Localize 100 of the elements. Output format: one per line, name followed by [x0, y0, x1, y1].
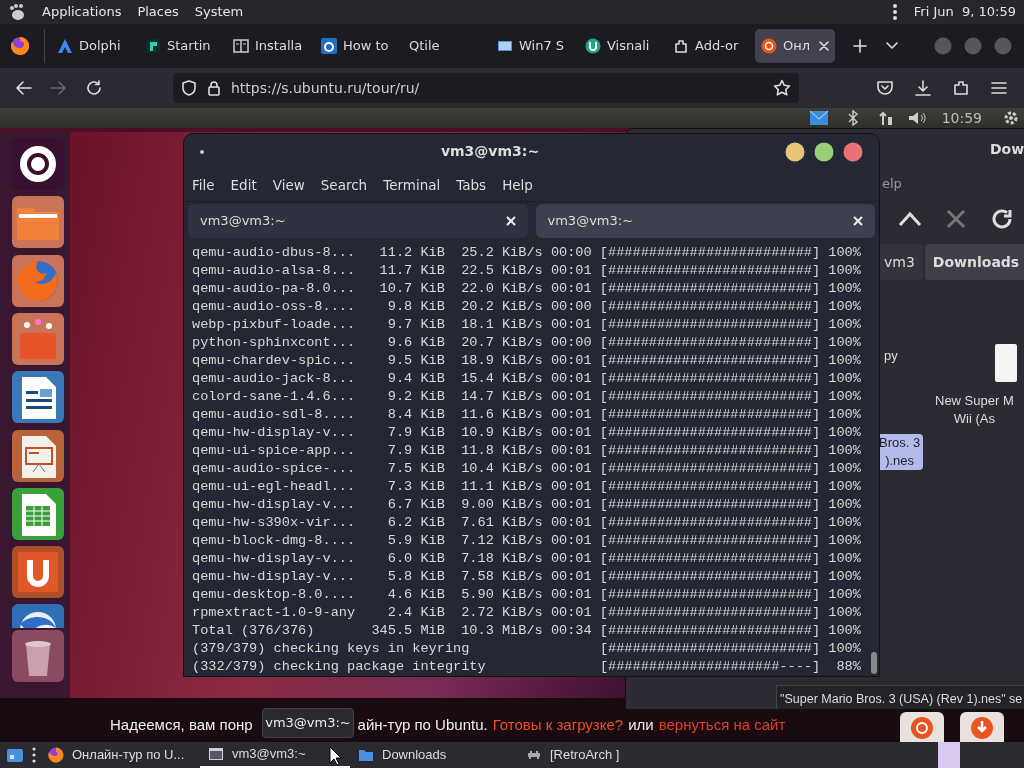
gear-icon[interactable] [1002, 109, 1020, 127]
close-button[interactable] [843, 141, 863, 162]
menu-item[interactable]: System [194, 2, 244, 22]
browser-icon[interactable] [12, 254, 64, 307]
file-size: 6.7 KiB [386, 496, 445, 514]
file-icon[interactable] [994, 344, 1017, 382]
maximize-button[interactable] [814, 141, 834, 162]
file-size: 11.2 KiB [378, 244, 445, 262]
network-arrows-icon[interactable] [877, 110, 894, 126]
file-name[interactable]: py [881, 347, 901, 365]
percent-text: 88% [835, 658, 861, 676]
back-icon[interactable] [15, 79, 33, 97]
plus-icon[interactable] [853, 39, 867, 53]
taskbar-button[interactable]: Downloads [350, 742, 518, 768]
percent-text: 100% [827, 460, 861, 478]
progress-text: [#########################] [599, 280, 821, 298]
address-bar[interactable]: https://s.ubuntu.ru/tour/ru/ [173, 73, 799, 103]
terminal-tab[interactable]: vm3@vm3:~ [535, 204, 875, 238]
download-button[interactable] [960, 712, 1004, 742]
menu-item[interactable]: elp [882, 174, 902, 194]
browser-tab[interactable]: Startin [139, 29, 223, 63]
terminal-window-icon [208, 746, 224, 762]
file-size: 11.7 KiB [378, 262, 445, 280]
transfer-speed: 18.1 KiB/s [460, 316, 543, 334]
download-button[interactable] [900, 712, 944, 742]
close-icon[interactable] [505, 216, 516, 226]
terminal-tab[interactable]: vm3@vm3:~ [188, 204, 528, 238]
browser-tab[interactable]: Installa [227, 29, 311, 63]
menu-item[interactable]: File [192, 175, 215, 196]
document-icon[interactable] [12, 371, 64, 424]
menu-item[interactable]: Help [502, 175, 533, 196]
progress-text: [#########################] [599, 244, 821, 262]
close-icon[interactable] [819, 41, 829, 51]
clock[interactable]: 10:59 [941, 108, 982, 129]
elapsed-time: 00:34 [549, 622, 592, 640]
presentation-icon[interactable] [12, 429, 64, 482]
menu-item[interactable]: Tabs [456, 175, 487, 196]
star-icon[interactable] [773, 79, 791, 97]
browser-tab[interactable]: Visnali [579, 29, 663, 63]
scrollbar-thumb[interactable] [871, 652, 877, 674]
clock[interactable]: Fri Jun 9, 10:59 [913, 2, 1016, 22]
shopping-bag-icon[interactable] [12, 312, 64, 365]
mail-icon[interactable] [809, 111, 828, 125]
stop-icon[interactable] [946, 209, 966, 229]
menu-item[interactable]: View [272, 175, 305, 196]
browser-tab[interactable]: Dolphi [51, 29, 135, 63]
package-name: qemu-audio-oss-8.... [192, 298, 356, 316]
transfer-speed: 10.3 MiB/s [460, 622, 543, 640]
show-desktop-icon[interactable] [6, 746, 24, 764]
pocket-icon[interactable] [876, 79, 894, 97]
elapsed-time: 00:01 [549, 478, 592, 496]
tooltip: vm3@vm3:~ [262, 708, 354, 738]
percent-text: 100% [827, 262, 861, 280]
bird-icon[interactable] [12, 604, 64, 629]
folder-icon[interactable] [12, 196, 64, 249]
menu-item[interactable]: Edit [230, 175, 257, 196]
up-icon[interactable] [898, 210, 922, 228]
file-size: 10.7 KiB [378, 280, 445, 298]
volume-icon[interactable] [907, 110, 928, 126]
taskbar-button[interactable]: Онлайн-тур по U... [40, 742, 200, 768]
close-icon[interactable] [853, 216, 863, 226]
dots-icon[interactable] [891, 3, 898, 21]
taskbar-button[interactable]: [RetroArch ] [518, 742, 638, 768]
browser-tab[interactable]: Онл [755, 29, 835, 63]
reload-icon[interactable] [990, 207, 1014, 231]
download-icon[interactable] [914, 79, 932, 97]
transfer-speed: 2.72 KiB/s [460, 604, 543, 622]
browser-tab[interactable]: Qtile [403, 29, 487, 63]
triangle-icon [57, 38, 73, 54]
lock-icon [207, 80, 221, 96]
reload-icon[interactable] [85, 79, 103, 97]
elapsed-time: 00:00 [549, 334, 592, 352]
forward-icon[interactable] [49, 79, 67, 97]
minimize-button[interactable] [785, 141, 805, 162]
file-size: 9.2 KiB [386, 388, 445, 406]
menu-item[interactable]: Terminal [383, 175, 441, 196]
browser-logo-icon[interactable] [10, 36, 30, 56]
browser-tab[interactable]: How to [315, 29, 399, 63]
progress-text: [#####################----] [599, 658, 821, 676]
browser-tab[interactable]: Win7 S [491, 29, 575, 63]
handle-icon[interactable] [32, 747, 36, 763]
link[interactable]: вернуться на сайт [658, 714, 786, 737]
menu-item[interactable]: Search [320, 175, 368, 196]
elapsed-time: 00:01 [549, 316, 592, 334]
bluetooth-icon[interactable] [847, 110, 858, 126]
dot-icon [200, 149, 204, 154]
menu-item[interactable]: Applications [42, 2, 122, 22]
transfer-speed: 15.4 KiB/s [460, 370, 543, 388]
menu-icon[interactable] [990, 79, 1008, 97]
menu-item[interactable]: Places [137, 2, 179, 22]
spreadsheet-icon[interactable] [12, 487, 64, 540]
percent-text: 100% [827, 568, 861, 586]
ubuntu-logo-icon[interactable] [12, 138, 64, 190]
file-name[interactable]: New Super M Wii (As [932, 392, 1017, 428]
browser-tab[interactable]: Add-or [667, 29, 751, 63]
u-app-icon[interactable] [12, 546, 64, 599]
transfer-speed: 18.9 KiB/s [460, 352, 543, 370]
path-button[interactable]: Downloads [924, 244, 1024, 280]
link[interactable]: Готовы к загрузке? [492, 714, 624, 737]
footer-text: или [628, 715, 654, 735]
